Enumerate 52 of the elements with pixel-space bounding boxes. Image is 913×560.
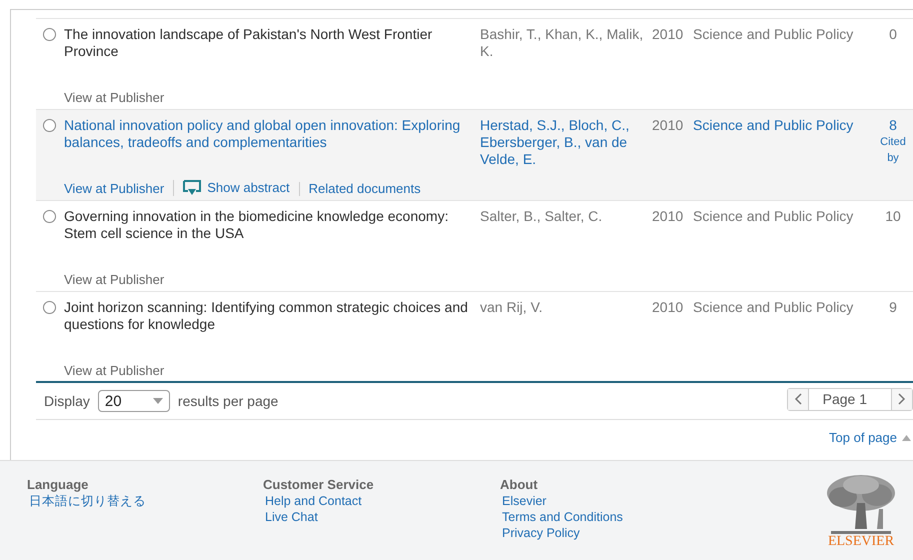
next-page-button[interactable] <box>892 388 912 410</box>
footer-heading: Customer Service <box>263 477 375 493</box>
year-text: 2010 <box>652 26 684 44</box>
action-link[interactable]: View at Publisher <box>64 182 164 196</box>
article-title-link[interactable]: The innovation landscape of Pakistan's North West Frontier Province <box>64 26 480 60</box>
action-link[interactable]: View at Publisher <box>64 273 164 287</box>
footer-heading: About <box>500 477 539 493</box>
article-title-link[interactable]: Joint horizon scanning: Identifying common strategic choices and questions for knowledge <box>64 299 480 333</box>
year-text: 2010 <box>652 208 684 226</box>
cited-count: 10 <box>885 208 901 225</box>
authors-text: van Rij, V. <box>480 299 544 317</box>
source-title: Science and Public Policy <box>693 208 854 226</box>
download-box-icon <box>183 180 202 196</box>
footer-link[interactable]: Privacy Policy <box>500 525 780 541</box>
year-text: 2010 <box>652 117 684 135</box>
footer-link[interactable]: Help and Contact <box>263 493 500 509</box>
chevron-right-icon <box>898 393 906 405</box>
display-label: Display <box>44 393 90 409</box>
cited-count[interactable]: 8 <box>889 117 897 134</box>
cited-count: 0 <box>889 26 897 43</box>
authors-text: Bashir, T., Khan, K., Malik, K. <box>480 26 644 60</box>
footer-link[interactable]: 日本語に切り替える <box>27 493 263 509</box>
checkbox[interactable] <box>43 28 56 41</box>
source-title: Science and Public Policy <box>693 299 854 317</box>
show-abstract-link[interactable]: Show abstract <box>207 181 290 195</box>
top-of-page-link[interactable]: Top of page <box>829 430 897 445</box>
action-link[interactable]: View at Publisher <box>64 364 164 378</box>
checkbox[interactable] <box>43 119 56 132</box>
action-link[interactable]: Related documents <box>308 182 421 196</box>
authors-text: Salter, B., Salter, C. <box>480 208 604 226</box>
results-per-page-label: results per page <box>178 393 278 409</box>
up-triangle-icon <box>902 434 911 440</box>
footer-heading: Language <box>27 477 90 493</box>
per-page-select[interactable]: 20 <box>98 390 170 412</box>
source-title[interactable]: Science and Public Policy <box>693 117 873 168</box>
footer-link[interactable]: Live Chat <box>263 509 500 525</box>
year-text: 2010 <box>652 299 684 317</box>
caret-icon <box>152 398 163 404</box>
article-title-link[interactable]: National innovation policy and global open innovation: Exploring balances, tradeoffs and complementarities <box>64 117 480 168</box>
logo-text: ELSEVIER <box>828 535 894 549</box>
cited-by-label[interactable]: Cited by <box>879 134 907 166</box>
footer-link[interactable]: Terms and Conditions <box>500 509 780 525</box>
article-title-link[interactable]: Governing innovation in the biomedicine knowledge economy: Stem cell science in the USA <box>64 208 480 242</box>
action-link[interactable]: View at Publisher <box>64 91 164 105</box>
checkbox[interactable] <box>43 210 56 223</box>
cited-count: 9 <box>889 299 897 316</box>
source-title: Science and Public Policy <box>693 26 854 44</box>
previous-page-button[interactable] <box>788 388 808 410</box>
footer-link[interactable]: Elsevier <box>500 493 780 509</box>
checkbox[interactable] <box>43 301 56 314</box>
chevron-left-icon <box>794 393 802 405</box>
authors-text[interactable]: Herstad, S.J., Bloch, C., Ebersberger, B., van de Velde, E. <box>480 117 652 168</box>
